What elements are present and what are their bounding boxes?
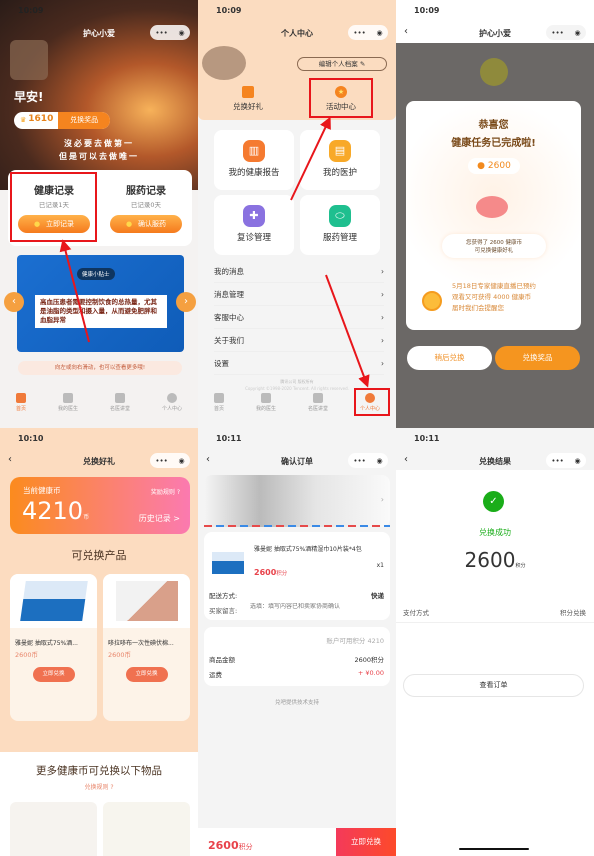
annotation-arrow	[59, 239, 90, 343]
annotation-arrow	[325, 274, 370, 388]
annotation-arrow	[290, 116, 331, 201]
annotation-overlay	[59, 116, 370, 388]
